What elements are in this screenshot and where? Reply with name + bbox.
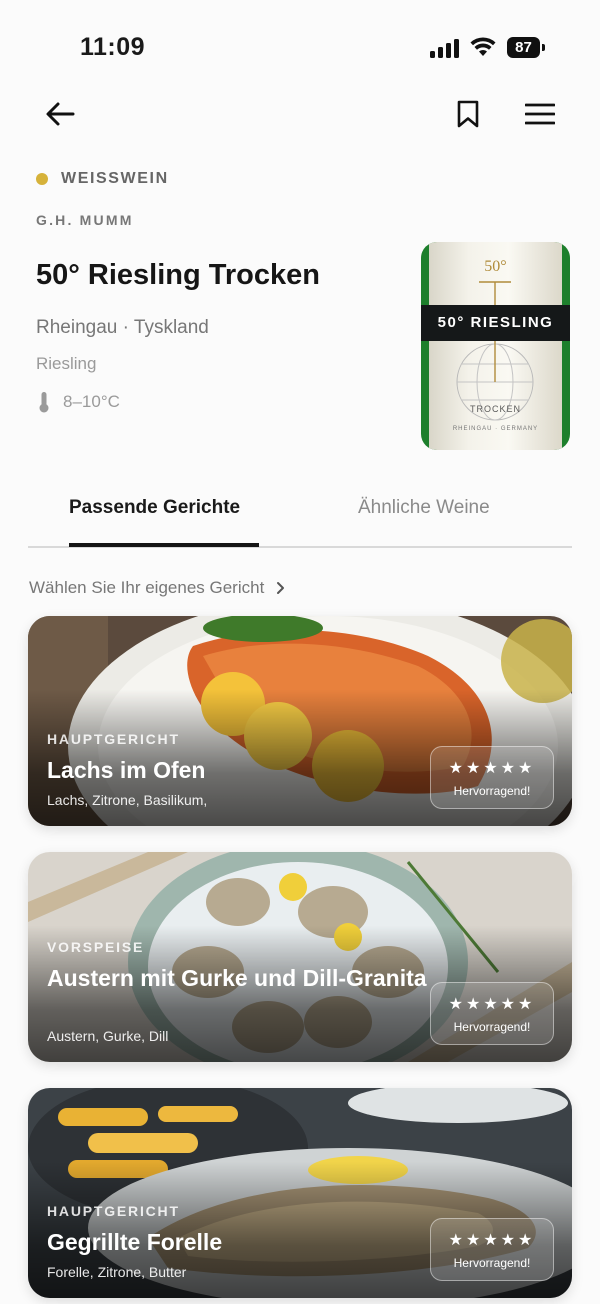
dish-rating-badge: ★★★★★ Hervorragend! [430,1218,554,1281]
category-dot [36,173,48,185]
wine-name: 50° Riesling Trocken [36,259,320,291]
label-sub: TROCKEN [469,404,521,414]
wifi-icon [470,37,496,56]
dish-ingredients: Forelle, Zitrone, Butter [47,1264,187,1280]
dish-category: HAUPTGERICHT [47,731,180,747]
dish-ingredients: Lachs, Zitrone, Basilikum, [47,792,208,808]
cellular-signal-icon [430,38,460,58]
label-band: 50° RIESLING [421,305,570,341]
choose-own-dish-link[interactable]: Wählen Sie Ihr eigenes Gericht [29,578,285,598]
temperature-value: 8–10°C [63,392,120,411]
battery-icon: 87 [507,37,540,58]
dish-rating-badge: ★★★★★ Hervorragend! [430,982,554,1045]
category-label: WEISSWEIN [61,170,169,187]
serving-temperature: 8–10°C [38,391,120,413]
rating-label: Hervorragend! [453,784,531,798]
battery-tip [542,44,545,51]
active-tab-indicator [69,543,259,547]
status-time: 11:09 [80,33,146,61]
dish-title: Gegrillte Forelle [47,1229,223,1255]
status-bar: 11:09 87 [0,0,600,90]
tab-bar: Passende Gerichte Ähnliche Weine [28,480,572,548]
dish-category: HAUPTGERICHT [47,1203,180,1219]
wine-category: WEISSWEIN [36,170,169,188]
label-year: 50° [484,258,507,275]
bookmark-button[interactable] [448,94,488,134]
tab-similar-wines[interactable]: Ähnliche Weine [358,497,490,519]
arrow-left-icon [46,102,75,126]
wine-grape: Riesling [36,354,97,373]
tab-matching-dishes[interactable]: Passende Gerichte [69,497,240,519]
star-rating-icon: ★★★★★ [448,1232,536,1249]
menu-button[interactable] [520,94,560,134]
dish-ingredients: Austern, Gurke, Dill [47,1028,169,1044]
rating-label: Hervorragend! [453,1020,531,1034]
dish-rating-badge: ★★★★★ Hervorragend! [430,746,554,809]
wine-bottle-image: 50° 50° RIESLING TROCKEN RHEINGAU · GERM… [421,242,570,450]
dish-title: Austern mit Gurke und Dill-Granita [47,965,427,991]
label-sub2: RHEINGAU · GERMANY [452,426,539,432]
wine-origin: Rheingau · Tyskland [36,317,209,338]
thermometer-icon [39,392,49,413]
dish-title: Lachs im Ofen [47,757,206,783]
back-button[interactable] [40,94,80,134]
hamburger-menu-icon [525,103,555,125]
bookmark-icon [457,100,479,128]
choose-own-dish-label: Wählen Sie Ihr eigenes Gericht [29,578,265,597]
dish-card[interactable]: HAUPTGERICHT Lachs im Ofen Lachs, Zitron… [28,616,572,826]
star-rating-icon: ★★★★★ [448,996,536,1013]
chevron-right-icon [277,582,285,594]
wine-producer: G.H. MUMM [36,212,134,228]
dish-card[interactable]: HAUPTGERICHT Gegrillte Forelle Forelle, … [28,1088,572,1298]
rating-label: Hervorragend! [453,1256,531,1270]
star-rating-icon: ★★★★★ [448,760,536,777]
dish-card[interactable]: VORSPEISE Austern mit Gurke und Dill-Gra… [28,852,572,1062]
dish-category: VORSPEISE [47,939,145,955]
